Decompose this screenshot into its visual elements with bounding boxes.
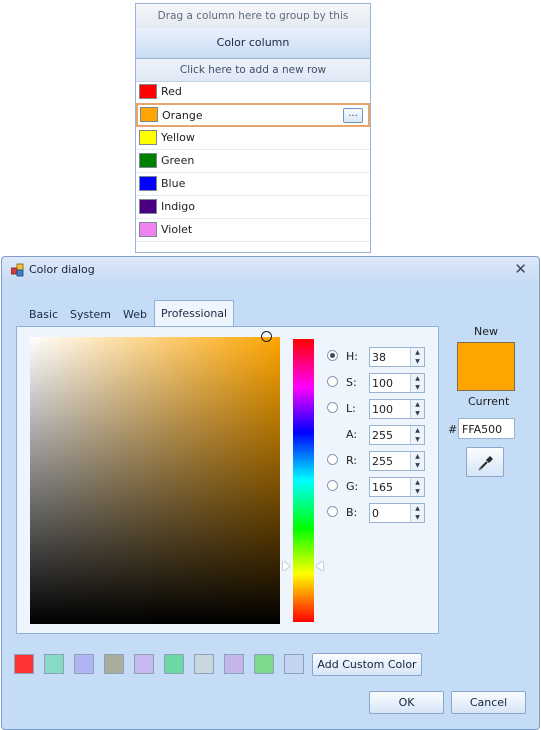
close-icon[interactable]: ✕ [514, 260, 527, 278]
grid-row-indigo[interactable]: Indigo [136, 196, 370, 219]
label-h: H: [346, 350, 358, 363]
spinner-g[interactable]: 165 ▲ ▼ [369, 477, 425, 497]
group-panel[interactable]: Drag a column here to group by this colu… [136, 4, 370, 46]
color-swatch [139, 130, 157, 145]
color-swatch [139, 199, 157, 214]
row-label: Violet [161, 223, 193, 236]
radio-b[interactable] [327, 506, 338, 517]
column-header-color[interactable]: Color column [136, 28, 370, 59]
app-icon [11, 263, 24, 277]
spin-arrows-icon[interactable]: ▲ ▼ [410, 452, 424, 470]
row-label: Blue [161, 177, 186, 190]
add-custom-color-button[interactable]: Add Custom Color [312, 653, 422, 676]
spin-arrows-icon[interactable]: ▲ ▼ [410, 426, 424, 444]
label-a: A: [346, 428, 358, 441]
color-swatch [139, 153, 157, 168]
eyedropper-button[interactable] [466, 447, 504, 477]
spinner-s[interactable]: 100 ▲ ▼ [369, 373, 425, 393]
custom-color-9[interactable] [254, 654, 274, 674]
hue-slider-right-arrow[interactable] [316, 561, 323, 571]
spin-arrows-icon[interactable]: ▲ ▼ [410, 504, 424, 522]
tab-professional[interactable]: Professional [154, 300, 235, 326]
spinner-a[interactable]: 255 ▲ ▼ [369, 425, 425, 445]
custom-color-3[interactable] [74, 654, 94, 674]
row-label: Red [161, 85, 182, 98]
ok-button[interactable]: OK [369, 691, 444, 714]
spin-arrows-icon[interactable]: ▲ ▼ [410, 400, 424, 418]
color-swatch [140, 107, 158, 122]
hex-input[interactable]: FFA500 [458, 418, 515, 439]
grid-row-blue[interactable]: Blue [136, 173, 370, 196]
dialog-title: Color dialog [29, 263, 95, 276]
spinner-l[interactable]: 100 ▲ ▼ [369, 399, 425, 419]
label-l: L: [346, 402, 356, 415]
row-label: Orange [162, 109, 203, 122]
custom-color-8[interactable] [224, 654, 244, 674]
label-r: R: [346, 454, 358, 467]
grid-row-orange[interactable]: Orange ... [136, 103, 370, 127]
hex-prefix: # [448, 423, 458, 436]
new-color-label: New [474, 325, 498, 338]
grid-row-red[interactable]: Red [136, 81, 370, 104]
radio-g[interactable] [327, 480, 338, 491]
color-grid: Drag a column here to group by this colu… [135, 3, 371, 253]
grid-row-green[interactable]: Green [136, 150, 370, 173]
add-new-row[interactable]: Click here to add a new row [136, 59, 370, 82]
saturation-value-picker[interactable] [30, 337, 280, 624]
radio-r[interactable] [327, 454, 338, 465]
tab-basic[interactable]: Basic [23, 304, 64, 326]
spin-arrows-icon[interactable]: ▲ ▼ [410, 348, 424, 366]
color-swatch [139, 84, 157, 99]
custom-color-6[interactable] [164, 654, 184, 674]
eyedropper-icon [478, 456, 493, 471]
tab-web[interactable]: Web [117, 304, 153, 326]
custom-color-7[interactable] [194, 654, 214, 674]
current-color-label: Current [468, 395, 510, 408]
hue-slider[interactable] [293, 339, 314, 622]
label-b: B: [346, 506, 358, 519]
spin-arrows-icon[interactable]: ▲ ▼ [410, 374, 424, 392]
sv-selector-handle[interactable] [261, 331, 272, 342]
spinner-b[interactable]: 0 ▲ ▼ [369, 503, 425, 523]
new-color-preview [457, 342, 515, 391]
edit-color-button[interactable]: ... [343, 108, 363, 123]
label-g: G: [346, 480, 359, 493]
color-dialog: Color dialog ✕ Basic System Web Professi… [1, 256, 540, 730]
row-label: Yellow [161, 131, 195, 144]
custom-color-10[interactable] [284, 654, 304, 674]
tab-system[interactable]: System [64, 304, 117, 326]
spinner-h[interactable]: 38 ▲ ▼ [369, 347, 425, 367]
radio-l[interactable] [327, 402, 338, 413]
row-label: Green [161, 154, 195, 167]
grid-row-violet[interactable]: Violet [136, 219, 370, 242]
spin-arrows-icon[interactable]: ▲ ▼ [410, 478, 424, 496]
radio-s[interactable] [327, 376, 338, 387]
custom-color-1[interactable] [14, 654, 34, 674]
row-label: Indigo [161, 200, 195, 213]
color-swatch [139, 222, 157, 237]
custom-color-5[interactable] [134, 654, 154, 674]
spinner-r[interactable]: 255 ▲ ▼ [369, 451, 425, 471]
cancel-button[interactable]: Cancel [451, 691, 526, 714]
custom-color-4[interactable] [104, 654, 124, 674]
grid-row-yellow[interactable]: Yellow [136, 127, 370, 150]
color-swatch [139, 176, 157, 191]
title-bar[interactable]: Color dialog ✕ [2, 257, 539, 283]
label-s: S: [346, 376, 357, 389]
radio-h[interactable] [327, 350, 338, 361]
hue-slider-left-arrow[interactable] [283, 561, 290, 571]
custom-color-2[interactable] [44, 654, 64, 674]
